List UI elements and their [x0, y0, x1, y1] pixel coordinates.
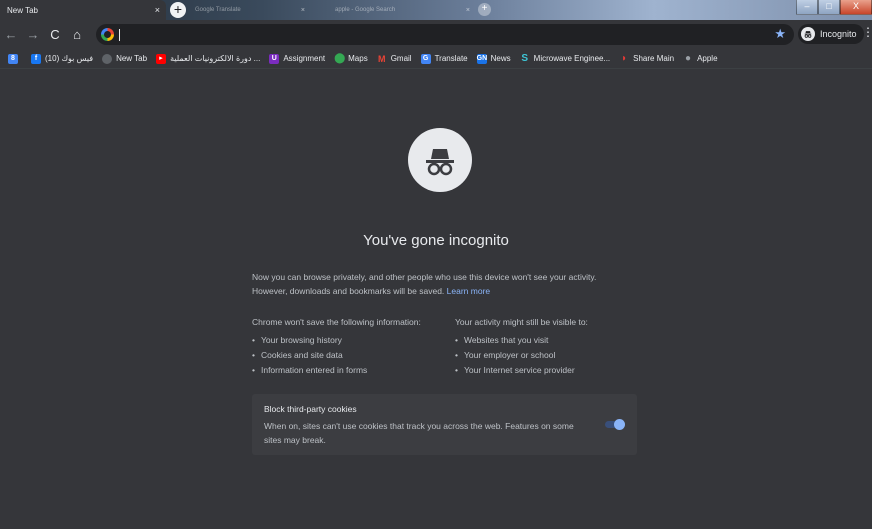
- home-icon[interactable]: ⌂: [66, 27, 88, 42]
- bookmark-youtube[interactable]: ▸ دورة الالكترونيات العملية ...: [156, 53, 261, 64]
- background-new-tab-button: +: [478, 3, 491, 16]
- still-visible-heading: Your activity might still be visible to:: [455, 317, 588, 327]
- youtube-icon: ▸: [156, 53, 167, 64]
- list-item: Your employer or school: [455, 348, 655, 363]
- back-icon[interactable]: ←: [0, 27, 22, 42]
- translate-icon: G: [420, 53, 431, 64]
- bookmark-gmail[interactable]: M Gmail: [377, 54, 412, 64]
- chrome-icon: [102, 53, 113, 64]
- bookmark-label: (10) فيس بوك: [45, 54, 94, 63]
- forward-icon[interactable]: →: [22, 27, 44, 42]
- facebook-icon: f: [31, 53, 41, 64]
- list-item: Your Internet service provider: [455, 363, 655, 378]
- news-icon: GN: [476, 53, 488, 64]
- bookmark-label: Assignment: [283, 54, 326, 63]
- new-tab-button[interactable]: +: [170, 2, 186, 18]
- page-title: You've gone incognito: [363, 232, 509, 249]
- block-cookies-toggle[interactable]: [605, 419, 625, 430]
- tab-close-icon[interactable]: ×: [155, 5, 160, 15]
- list-item: Information entered in forms: [252, 363, 452, 378]
- learn-more-link[interactable]: Learn more: [447, 286, 490, 296]
- text-cursor: [119, 28, 120, 41]
- maximize-button[interactable]: □: [818, 0, 840, 15]
- bookmark-new-tab[interactable]: New Tab: [102, 53, 148, 64]
- minimize-button[interactable]: ‒: [796, 0, 818, 15]
- still-visible-column: Your activity might still be visible to:…: [455, 317, 655, 378]
- bookmark-label: Gmail: [390, 54, 412, 63]
- bookmarks-bar: 8 f (10) فيس بوك New Tab ▸ دورة الالكترو…: [0, 49, 872, 69]
- scribd-icon: S: [521, 52, 528, 64]
- list-item: Cookies and site data: [252, 348, 452, 363]
- tab-google-translate[interactable]: Google Translate ×: [195, 3, 305, 17]
- cookies-description: When on, sites can't use cookies that tr…: [264, 421, 574, 445]
- bookmark-star-icon[interactable]: ★: [774, 26, 786, 42]
- bookmark-facebook[interactable]: f (10) فيس بوك: [31, 53, 94, 64]
- window-controls: ‒ □ X: [796, 0, 872, 15]
- tab-new-tab[interactable]: New Tab ×: [0, 0, 166, 20]
- toolbar: ← → C ⌂ ★ Incognito ⋮: [0, 20, 872, 49]
- not-saved-column: Chrome won't save the following informat…: [252, 317, 452, 378]
- bookmark-assignment[interactable]: U Assignment: [269, 53, 326, 64]
- bookmark-label: Maps: [348, 54, 368, 63]
- tab-apple-search[interactable]: apple - Google Search ×: [335, 3, 470, 17]
- bookmark-apps[interactable]: 8: [8, 53, 22, 64]
- list-item: Websites that you visit: [455, 333, 655, 348]
- incognito-hero-icon: [408, 128, 472, 192]
- bookmark-share-main[interactable]: ◗ Share Main: [619, 52, 675, 64]
- bookmark-label: Translate: [434, 54, 468, 63]
- tab-close-icon[interactable]: ×: [301, 7, 305, 14]
- address-bar[interactable]: ★: [96, 24, 794, 45]
- bookmark-translate[interactable]: G Translate: [420, 53, 468, 64]
- bookmark-news[interactable]: GN News: [476, 53, 511, 64]
- apps-icon: 8: [8, 53, 18, 64]
- google-icon: [101, 28, 114, 41]
- bookmark-label: Share Main: [633, 54, 675, 63]
- tab-close-icon[interactable]: ×: [466, 7, 470, 14]
- tab-title: New Tab: [7, 5, 38, 15]
- apple-icon: ●: [685, 52, 692, 64]
- u-icon: U: [269, 53, 280, 64]
- bookmark-maps[interactable]: ⬤ Maps: [334, 52, 368, 64]
- incognito-label: Incognito: [820, 29, 857, 39]
- menu-icon[interactable]: ⋮: [862, 25, 872, 39]
- reload-icon[interactable]: C: [44, 27, 66, 42]
- tab-title: apple - Google Search: [335, 7, 396, 13]
- share-icon: ◗: [621, 52, 628, 64]
- not-saved-heading: Chrome won't save the following informat…: [252, 317, 421, 327]
- bookmark-label: Apple: [697, 54, 718, 63]
- cookies-title: Block third-party cookies: [264, 404, 357, 414]
- incognito-profile-button[interactable]: Incognito: [798, 24, 864, 44]
- intro-text: Now you can browse privately, and other …: [252, 270, 632, 298]
- tab-title: Google Translate: [195, 7, 241, 13]
- bookmark-label: News: [490, 54, 511, 63]
- list-item: Your browsing history: [252, 333, 452, 348]
- maps-icon: ⬤: [334, 52, 346, 64]
- bookmark-label: دورة الالكترونيات العملية ...: [170, 54, 261, 63]
- bookmark-label: Microwave Enginee...: [533, 54, 611, 63]
- close-window-button[interactable]: X: [840, 0, 872, 15]
- third-party-cookies-card: Block third-party cookies When on, sites…: [252, 394, 637, 455]
- intro-paragraph: Now you can browse privately, and other …: [252, 272, 597, 296]
- toggle-knob: [614, 419, 625, 430]
- gmail-icon: M: [377, 53, 386, 64]
- incognito-icon: [801, 27, 815, 41]
- bookmark-microwave[interactable]: S Microwave Enginee...: [520, 52, 611, 64]
- tab-strip: New Tab × + Google Translate × apple - G…: [0, 0, 872, 20]
- bookmark-apple[interactable]: ● Apple: [683, 52, 718, 64]
- bookmark-label: New Tab: [116, 54, 148, 63]
